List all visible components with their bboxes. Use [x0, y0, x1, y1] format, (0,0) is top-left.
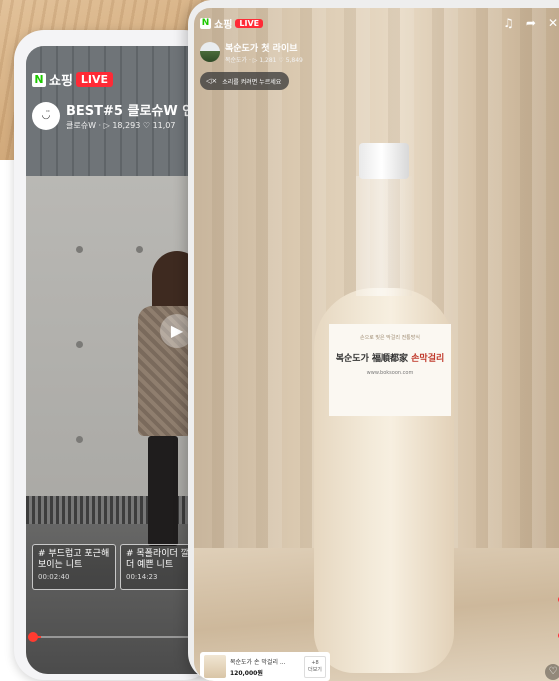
- back-phone: N 쇼핑 LIVE ◡̈ BEST#5 클로슈W 인기 클로슈W · ▷ 18,…: [14, 30, 214, 680]
- model-legs: [148, 436, 178, 546]
- front-phone: 손으로 빚은 막걸리 전통방식 복순도가 福順都家 손막걸리 www.bokso…: [188, 0, 559, 681]
- video-progress-bar[interactable]: [28, 632, 202, 642]
- back-live-video[interactable]: N 쇼핑 LIVE ◡̈ BEST#5 클로슈W 인기 클로슈W · ▷ 18,…: [26, 46, 202, 674]
- top-actions: ♫ ➦ ✕: [503, 16, 558, 30]
- unmute-button[interactable]: ◁× 소리를 켜려면 누르세요: [200, 72, 290, 90]
- label-brand: 복순도가 福順都家 손막걸리: [335, 351, 445, 364]
- naver-n-icon: N: [32, 72, 46, 87]
- live-badge: LIVE: [235, 19, 264, 28]
- bottle-neck: [356, 176, 412, 296]
- unmute-label: 소리를 켜려면 누르세요: [222, 78, 282, 86]
- bottle-cap: [359, 143, 409, 179]
- naver-n-icon: N: [200, 18, 211, 29]
- speaker-icon: ◁×: [206, 77, 218, 85]
- label-brand-name: 복순도가 福順都家: [335, 354, 408, 364]
- clip-time: 00:02:40: [38, 573, 70, 581]
- wall-dot: [136, 246, 143, 253]
- wall-dot: [76, 436, 83, 443]
- heart-icon[interactable]: ♡: [545, 664, 559, 680]
- progress-handle[interactable]: [28, 632, 38, 642]
- shopping-live-logo: N 쇼핑 LIVE: [32, 70, 114, 89]
- channel-avatar[interactable]: [200, 42, 220, 62]
- product-thumbnail: [204, 655, 226, 678]
- product-name: 복순도가 손 막걸리 ...: [230, 658, 286, 666]
- wall-dot: [76, 246, 83, 253]
- highlight-clip[interactable]: # 부드럽고 포근해 보이는 니트 00:02:40: [32, 544, 116, 590]
- label-product-name: 손막걸리: [411, 354, 445, 364]
- product-info: 복순도가 손 막걸리 ... 120,000원: [230, 657, 300, 677]
- bottle-label: 손으로 빚은 막걸리 전통방식 복순도가 福順都家 손막걸리 www.bokso…: [329, 324, 451, 416]
- front-live-video[interactable]: 손으로 빚은 막걸리 전통방식 복순도가 福順都家 손막걸리 www.bokso…: [194, 8, 559, 681]
- broadcast-title: 복순도가 첫 라이브: [225, 44, 298, 54]
- label-url: www.boksoon.com: [366, 370, 414, 376]
- shopping-live-logo: N 쇼핑 LIVE: [200, 16, 264, 31]
- broadcast-title: BEST#5 클로슈W 인기: [66, 104, 202, 119]
- live-badge: LIVE: [75, 72, 114, 87]
- share-icon[interactable]: ➦: [526, 16, 536, 30]
- product-price: 120,000원: [230, 669, 263, 677]
- more-products-label: +8 더보기: [308, 659, 322, 673]
- more-products-button[interactable]: +8 더보기: [304, 655, 326, 678]
- logo-text: 쇼핑: [49, 74, 73, 89]
- label-tagline: 손으로 빚은 막걸리 전통방식: [360, 335, 420, 341]
- bell-icon[interactable]: ♫: [503, 16, 514, 30]
- product-card[interactable]: 복순도가 손 막걸리 ... 120,000원 +8 더보기: [200, 652, 330, 681]
- logo-text: 쇼핑: [214, 20, 233, 31]
- close-icon[interactable]: ✕: [548, 16, 558, 30]
- channel-avatar[interactable]: ◡̈: [32, 102, 60, 130]
- channel-stats: 복순도가 · ▷ 1,281 ♡ 5,849: [225, 57, 303, 64]
- clip-title: # 부드럽고 포근해 보이는 니트: [38, 549, 110, 570]
- channel-stats: 클로슈W · ▷ 18,293 ♡ 11,07: [66, 121, 176, 130]
- wall-dot: [76, 341, 83, 348]
